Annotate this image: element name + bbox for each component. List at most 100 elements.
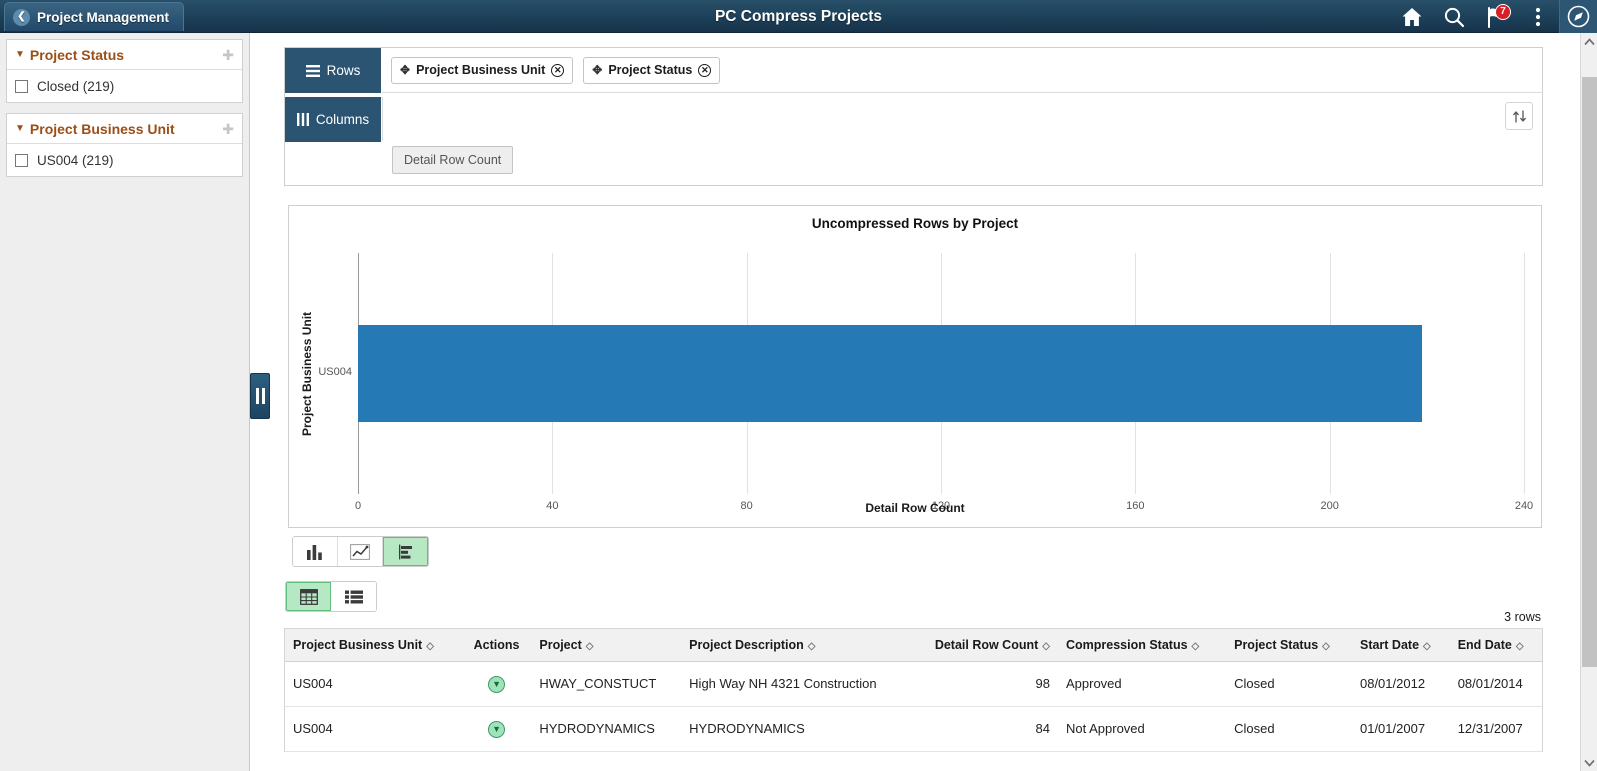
back-to-project-management-tab[interactable]: ❮ Project Management [4,2,185,31]
sort-updown-icon[interactable] [1505,102,1533,130]
horizontal-bar-chart-icon[interactable] [383,537,428,566]
sort-indicator-icon[interactable]: ◇ [1042,641,1050,652]
columns-drop-lane[interactable] [382,97,1543,141]
header-icon-bar: 7 [1391,0,1597,33]
chip-project-status[interactable]: ✥ Project Status ✕ [583,56,721,84]
column-header-label: Start Date [1359,637,1420,652]
app-header: PC Compress Projects ❮ Project Managemen… [0,0,1597,33]
grid-view-icon[interactable] [286,582,331,611]
home-icon[interactable] [1391,0,1433,33]
column-header-label: Compression Status [1065,637,1188,652]
search-icon[interactable] [1433,0,1475,33]
row-action-icon[interactable]: ▼ [488,675,506,693]
vertical-bar-chart-icon[interactable] [293,537,338,566]
column-header-business_unit[interactable]: Project Business Unit ◇ [285,629,462,662]
drag-move-icon[interactable]: ✥ [400,64,410,76]
rows-drop-lane[interactable]: ✥ Project Business Unit ✕ ✥ Project Stat… [382,48,1543,93]
cell-business_unit: US004 [285,661,462,707]
scroll-down-arrow-icon[interactable] [1581,754,1597,771]
scroll-thumb[interactable] [1582,77,1597,667]
drag-move-icon[interactable]: ✚ [222,122,234,136]
chevron-left-icon: ❮ [13,8,30,26]
table-body: US004 ▼ HWAY_CONSTUCT High Way NH 4321 Cons… [285,661,1542,752]
notifications-flag-icon[interactable]: 7 [1475,0,1517,33]
row-action-icon[interactable]: ▼ [488,720,506,738]
chip-label: Project Status [608,63,693,77]
chart-panel: Uncompressed Rows by Project Project Bus… [288,205,1542,528]
actions-menu-icon[interactable] [1517,0,1559,33]
column-header-label: Actions [473,637,520,652]
chart-x-axis-label: Detail Row Count [865,501,965,515]
drag-move-icon[interactable]: ✚ [222,48,234,62]
column-header-description[interactable]: Project Description ◇ [681,629,911,662]
facet-project-business-unit-header[interactable]: ▼ Project Business Unit ✚ [7,114,242,144]
chart-type-toggle-group [292,536,429,567]
chart-title: Uncompressed Rows by Project [811,216,1019,231]
sort-indicator-icon[interactable]: ◇ [586,641,594,652]
table-row[interactable]: US004 ▼ HYDRODYNAMICS HYDRODYNAMICS 84 Not Ap… [285,706,1542,752]
vertical-scrollbar[interactable] [1580,33,1597,771]
chip-project-business-unit[interactable]: ✥ Project Business Unit ✕ [391,56,574,84]
list-view-icon[interactable] [331,582,376,611]
table-row[interactable]: US004 ▼ HWAY_CONSTUCT High Way NH 4321 Cons… [285,661,1542,707]
sort-indicator-icon[interactable]: ◇ [1322,641,1330,652]
facet-item-label: Closed (219) [37,78,115,94]
rows-icon [305,64,320,77]
facet-project-business-unit: ▼ Project Business Unit ✚ US004 (219) [6,113,243,177]
pivot-shelf: Rows Columns ✥ Project Business Unit ✕ ✥… [284,47,1543,186]
column-header-project[interactable]: Project ◇ [531,629,682,662]
cell-project: HYDRODYNAMICS [531,706,682,752]
navbar-compass-icon[interactable] [1559,0,1597,33]
column-header-start_date[interactable]: Start Date ◇ [1351,629,1450,662]
drag-move-icon[interactable]: ✥ [592,64,602,76]
column-header-label: Project Status [1234,637,1319,652]
columns-icon [296,113,309,126]
facet-project-status-header[interactable]: ▼ Project Status ✚ [7,40,242,70]
cell-detail_row_count: 84 [910,706,1058,752]
facet-title: Project Business Unit [29,120,175,137]
chevron-down-icon: ▼ [15,48,25,60]
cell-project_status: Closed [1226,706,1352,752]
shelf-tab-columns[interactable]: Columns [285,97,381,142]
panel-splitter-handle[interactable] [250,373,270,419]
cell-detail_row_count: 98 [910,661,1058,707]
notification-badge: 7 [1495,4,1511,20]
sort-indicator-icon[interactable]: ◇ [808,641,816,652]
cell-actions[interactable]: ▼ [461,661,532,707]
facet-checkbox[interactable] [15,79,28,93]
facet-item-closed[interactable]: Closed (219) [7,70,242,102]
column-header-project_status[interactable]: Project Status ◇ [1226,629,1352,662]
result-row-count: 3 rows [1504,610,1541,624]
cell-project: HWAY_CONSTUCT [531,661,682,707]
cell-actions[interactable]: ▼ [461,706,532,752]
column-header-actions: Actions [461,629,532,662]
column-header-end_date[interactable]: End Date ◇ [1449,629,1542,662]
cell-description: HYDRODYNAMICS [681,706,911,752]
column-header-label: End Date [1457,637,1512,652]
back-tab-label: Project Management [37,9,170,25]
column-header-detail_row_count[interactable]: Detail Row Count ◇ [910,629,1058,662]
sort-indicator-icon[interactable]: ◇ [1516,641,1524,652]
facet-item-us004[interactable]: US004 (219) [7,144,242,176]
chart-bar[interactable] [358,325,1422,422]
facet-project-status: ▼ Project Status ✚ Closed (219) [6,39,243,103]
sort-indicator-icon[interactable]: ◇ [1192,641,1200,652]
measure-detail-row-count-button[interactable]: Detail Row Count [392,146,514,174]
column-header-label: Project Description [689,637,804,652]
facet-title: Project Status [29,46,125,63]
shelf-tab-rows-label: Rows [326,63,361,78]
remove-chip-icon[interactable]: ✕ [698,63,712,77]
remove-chip-icon[interactable]: ✕ [551,63,565,77]
cell-compression_status: Not Approved [1057,706,1227,752]
cell-end_date: 08/01/2014 [1449,661,1542,707]
sort-indicator-icon[interactable]: ◇ [1423,641,1431,652]
facet-checkbox[interactable] [15,153,28,167]
sort-indicator-icon[interactable]: ◇ [426,641,434,652]
scroll-up-arrow-icon[interactable] [1581,33,1597,50]
shelf-tab-rows[interactable]: Rows [285,48,381,93]
chevron-down-icon: ▼ [15,122,25,134]
column-header-compression_status[interactable]: Compression Status ◇ [1057,629,1227,662]
chart-plot-area: 0 40 80 120 160 200 240 US004 [318,253,1533,512]
page-title: PC Compress Projects [714,7,883,25]
line-chart-icon[interactable] [338,537,383,566]
